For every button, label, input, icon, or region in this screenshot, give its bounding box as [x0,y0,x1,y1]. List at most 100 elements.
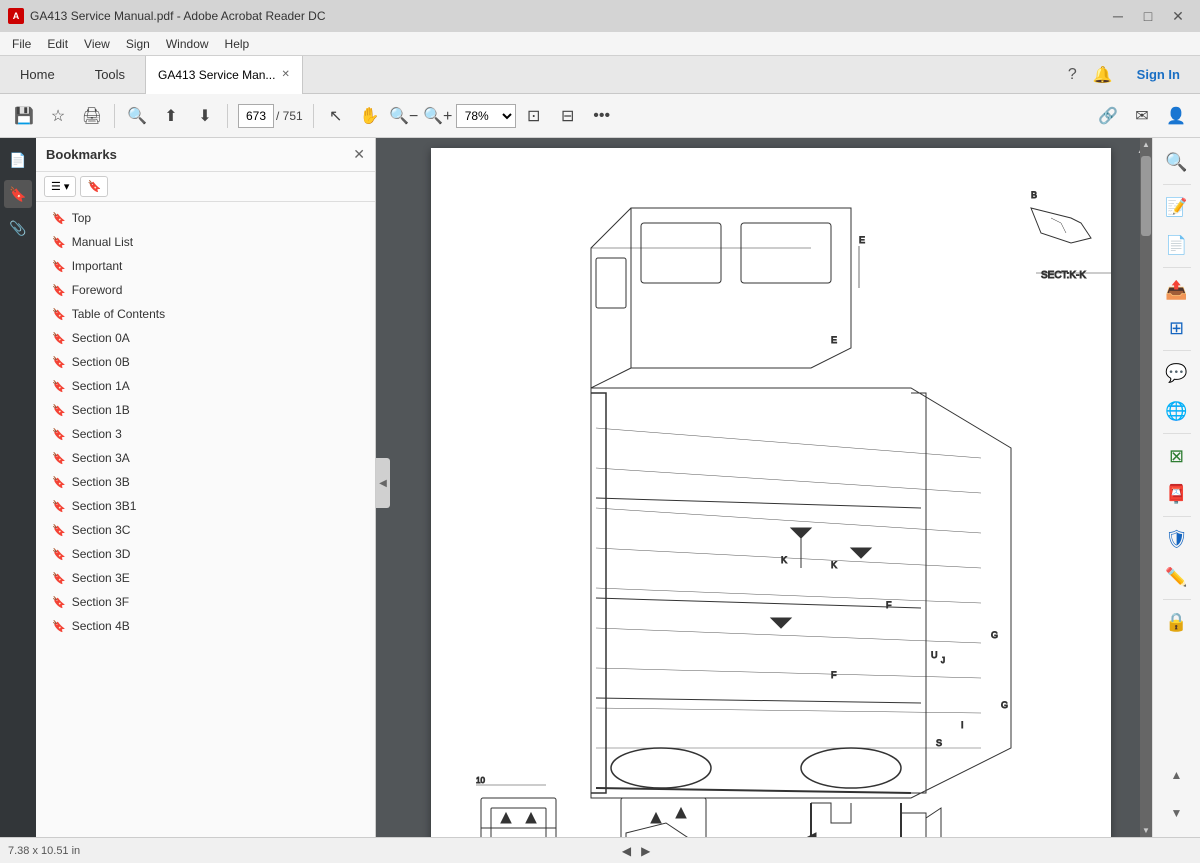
bookmarks-view-button[interactable]: ☰ ▾ [44,176,76,197]
minimize-button[interactable]: ─ [1104,5,1132,27]
bookmark-section-3c[interactable]: 🔖 Section 3C [36,518,375,542]
attachments-button[interactable]: 📎 [4,214,32,242]
help-icon[interactable]: ? [1064,62,1081,88]
scroll-left-button[interactable]: ◀ [619,844,634,858]
tab-close-icon[interactable]: ✕ [281,69,289,80]
bookmark-section-3f[interactable]: 🔖 Section 3F [36,590,375,614]
maximize-button[interactable]: □ [1134,5,1162,27]
bookmark-section-3b1[interactable]: 🔖 Section 3B1 [36,494,375,518]
tab-doc-label: GA413 Service Man... [158,68,275,82]
scroll-right-button[interactable]: ▶ [638,844,653,858]
save-button[interactable]: 💾 [8,100,40,132]
compress-button[interactable]: ⊠ [1159,438,1195,474]
bookmark-top[interactable]: 🔖 Top [36,206,375,230]
pdf-viewer[interactable]: ▲ E E [390,138,1152,837]
menu-sign[interactable]: Sign [118,35,158,53]
bookmarks-expand-button[interactable]: 🔖 [80,176,108,197]
cursor-tool-button[interactable]: ↖ [320,100,352,132]
fit-page-button[interactable]: ⊡ [518,100,550,132]
pdf-scrollbar-vertical[interactable]: ▲ ▼ [1140,138,1152,837]
bookmark-section-0a[interactable]: 🔖 Section 0A [36,326,375,350]
bookmark-section-4b[interactable]: 🔖 Section 4B [36,614,375,638]
bookmark-manual-list[interactable]: 🔖 Manual List [36,230,375,254]
bookmark-add-button[interactable]: ☆ [42,100,74,132]
more-tools-button[interactable]: ••• [586,100,618,132]
menu-help[interactable]: Help [217,35,258,53]
bookmark-toc[interactable]: 🔖 Table of Contents [36,302,375,326]
tab-home[interactable]: Home [0,56,75,94]
menu-window[interactable]: Window [158,35,217,53]
collapse-panel-down[interactable]: ▼ [1159,795,1195,831]
toolbar-right: 🔗 ✉ 👤 [1092,100,1192,132]
redact-button[interactable]: 🔒 [1159,604,1195,640]
bookmark-section-3a[interactable]: 🔖 Section 3A [36,446,375,470]
hand-tool-button[interactable]: ✋ [354,100,386,132]
read-mode-button[interactable]: ⊟ [552,100,584,132]
bookmark-section-0b[interactable]: 🔖 Section 0B [36,350,375,374]
svg-text:G: G [1001,700,1008,710]
organize-pages-button[interactable]: 📄 [1159,227,1195,263]
search-tool-button[interactable]: 🔍 [1159,144,1195,180]
menu-file[interactable]: File [4,35,39,53]
scroll-up-arrow[interactable]: ▲ [1140,138,1152,151]
svg-text:F: F [831,670,837,680]
zoom-out-button[interactable]: 🔍 [121,100,153,132]
bookmarks-button[interactable]: 🔖 [4,180,32,208]
translate-button[interactable]: 🌐 [1159,393,1195,429]
fill-sign-button[interactable]: ✏️ [1159,559,1195,595]
page-thumbnails-button[interactable]: 📄 [4,146,32,174]
email-button[interactable]: ✉ [1126,100,1158,132]
bookmark-icon-3a: 🔖 [52,452,66,465]
bookmark-section-1a[interactable]: 🔖 Section 1A [36,374,375,398]
next-page-button[interactable]: ⬇ [189,100,221,132]
protect-button[interactable]: 🛡 [1159,521,1195,557]
page-number-input[interactable]: 673 [238,104,274,128]
bookmark-section-3d[interactable]: 🔖 Section 3D [36,542,375,566]
scroll-down-arrow[interactable]: ▼ [1140,824,1152,837]
print-button[interactable]: 🖨 [76,100,108,132]
edit-pdf-button[interactable]: 📝 [1159,189,1195,225]
notification-icon[interactable]: 🔔 [1089,61,1117,89]
bookmark-icon-3f: 🔖 [52,596,66,609]
svg-text:S: S [936,738,942,748]
bookmark-section-1b[interactable]: 🔖 Section 1B [36,398,375,422]
user-button[interactable]: 👤 [1160,100,1192,132]
bookmark-foreword[interactable]: 🔖 Foreword [36,278,375,302]
page-dimensions: 7.38 x 10.51 in [8,845,80,857]
bookmark-section-3e[interactable]: 🔖 Section 3E [36,566,375,590]
close-button[interactable]: ✕ [1164,5,1192,27]
bookmark-section-3b[interactable]: 🔖 Section 3B [36,470,375,494]
prev-page-button[interactable]: ⬆ [155,100,187,132]
svg-text:SECT:K-K: SECT:K-K [1041,270,1086,281]
bookmarks-list: 🔖 Top 🔖 Manual List 🔖 Important 🔖 Forewo… [36,202,375,837]
menu-edit[interactable]: Edit [39,35,76,53]
scan-ocr-button[interactable]: ⊞ [1159,310,1195,346]
share-button[interactable]: 🔗 [1092,100,1124,132]
zoom-in-button[interactable]: 🔍+ [422,100,454,132]
status-bar: 7.38 x 10.51 in ◀ ▶ [0,837,1200,863]
bookmark-important[interactable]: 🔖 Important [36,254,375,278]
menu-view[interactable]: View [76,35,118,53]
pdf-page: E E [431,148,1111,837]
bookmark-icon-1b: 🔖 [52,404,66,417]
export-pdf-button[interactable]: 📤 [1159,272,1195,308]
svg-text:J: J [941,656,945,665]
svg-text:E: E [831,335,837,345]
sign-in-button[interactable]: Sign In [1125,63,1192,86]
svg-text:F: F [886,600,892,610]
tab-document[interactable]: GA413 Service Man... ✕ [145,56,303,94]
rp-sep-2 [1163,267,1191,268]
bookmark-icon-toc: 🔖 [52,308,66,321]
comment-button[interactable]: 💬 [1159,355,1195,391]
send-feedback-button[interactable]: 📮 [1159,476,1195,512]
rp-sep-5 [1163,516,1191,517]
tab-tools[interactable]: Tools [75,56,145,94]
zoom-select[interactable]: 78% 100% 125% 150% [456,104,516,128]
bookmarks-close-button[interactable]: ✕ [353,146,365,163]
svg-text:K: K [831,560,837,570]
panel-collapse-arrow[interactable]: ◀ [376,458,390,508]
scroll-thumb[interactable] [1141,156,1151,236]
collapse-panel-up[interactable]: ▲ [1159,757,1195,793]
bookmark-section-3[interactable]: 🔖 Section 3 [36,422,375,446]
zoom-out-minus-button[interactable]: 🔍− [388,100,420,132]
